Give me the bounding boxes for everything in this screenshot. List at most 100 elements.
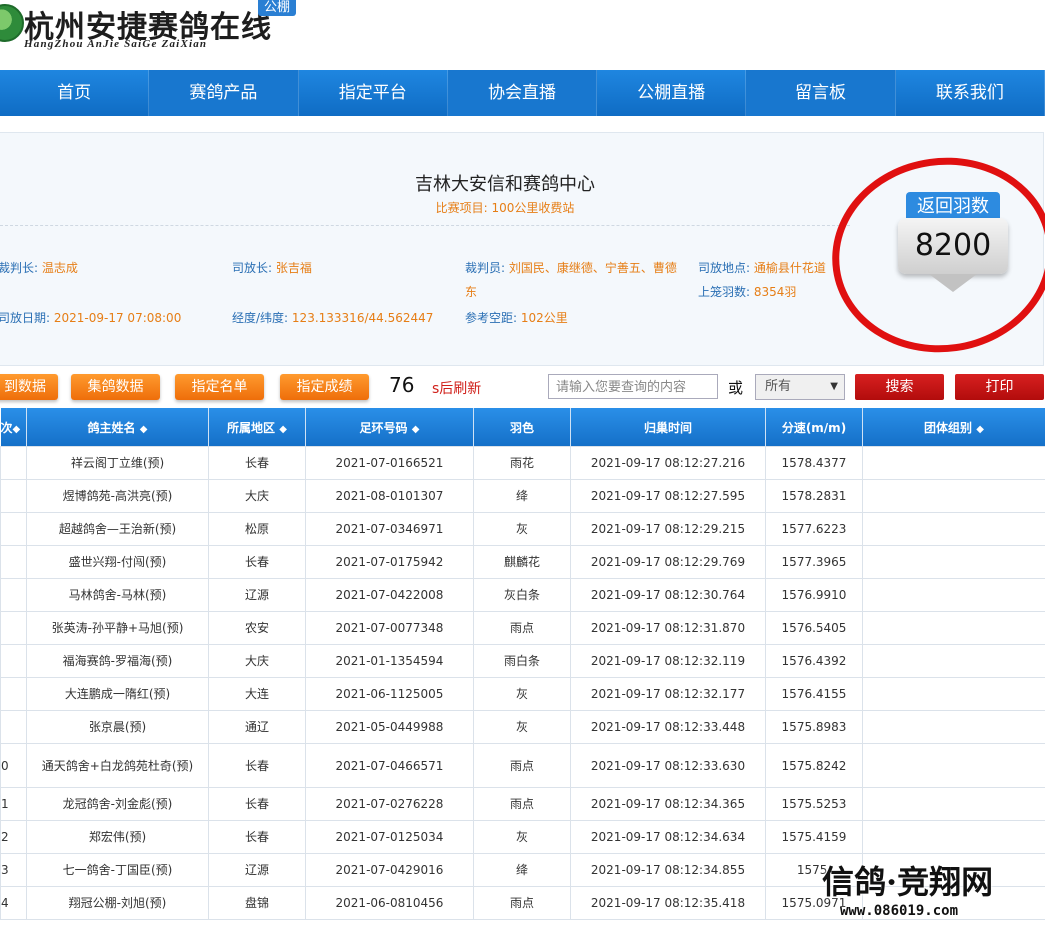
cell-ring: 2021-07-0077348 [305, 611, 474, 645]
cell-time: 2021-09-17 08:12:31.870 [570, 611, 766, 645]
arrival-data-button[interactable]: 到数据 [0, 374, 58, 400]
cell-color: 灰 [473, 512, 571, 546]
cell-rank [0, 578, 27, 612]
nav-guestbook[interactable]: 留言板 [746, 70, 896, 116]
cell-owner: 郑宏伟(预) [26, 820, 209, 854]
nav-loft-live[interactable]: 公棚直播 [597, 70, 747, 116]
cell-rank [0, 479, 27, 513]
race-project-value: 100公里收费站 [491, 201, 575, 215]
release-date-label: 司放日期: [0, 311, 51, 325]
filter-select-value: 所有 [765, 379, 792, 394]
distance-label: 参考空距: [465, 311, 518, 325]
col-region-header[interactable]: 所属地区 ◆ [208, 408, 306, 447]
cell-owner: 龙冠鸽舍-刘金彪(预) [26, 787, 209, 821]
search-button[interactable]: 搜索 [855, 374, 944, 400]
loft-badge: 公棚 [258, 0, 297, 16]
table-row: 张京晨(预) 通辽 2021-05-0449988 灰 2021-09-17 0… [0, 710, 1045, 744]
cell-color: 绛 [473, 853, 571, 887]
cell-group [862, 578, 1045, 612]
cell-rank: 0 [0, 743, 27, 788]
cell-owner: 张京晨(预) [26, 710, 209, 744]
cell-speed: 1577.3965 [765, 545, 863, 579]
table-row: 2 郑宏伟(预) 长春 2021-07-0125034 灰 2021-09-17… [0, 820, 1045, 854]
cell-time: 2021-09-17 08:12:29.769 [570, 545, 766, 579]
coordinates: 经度/纬度: 123.133316/44.562447 [232, 309, 433, 326]
cell-group [862, 710, 1045, 744]
cell-owner: 张英涛-孙平静+马旭(预) [26, 611, 209, 645]
cell-group [862, 787, 1045, 821]
cell-color: 绛 [473, 479, 571, 513]
cell-rank [0, 446, 27, 480]
cell-region: 长春 [208, 787, 306, 821]
cell-speed: 1575.8242 [765, 743, 863, 788]
cell-speed: 1576.5405 [765, 611, 863, 645]
named-results-button[interactable]: 指定成绩 [280, 374, 369, 400]
cell-time: 2021-09-17 08:12:32.177 [570, 677, 766, 711]
cell-color: 雨点 [473, 886, 571, 920]
table-row: 福海赛鸽-罗福海(预) 大庆 2021-01-1354594 雨白条 2021-… [0, 644, 1045, 678]
reference-distance: 参考空距: 102公里 [465, 309, 568, 326]
nav-platform[interactable]: 指定平台 [299, 70, 448, 116]
col-time-header: 归巢时间 [570, 408, 766, 447]
cell-ring: 2021-07-0429016 [305, 853, 474, 887]
cell-rank [0, 512, 27, 546]
search-input[interactable]: 请输入您要查询的内容 [548, 374, 718, 399]
cell-speed: 1576.4392 [765, 644, 863, 678]
race-project: 比赛项目: 100公里收费站 [0, 199, 1010, 216]
cell-speed: 1576.9910 [765, 578, 863, 612]
cell-group [862, 677, 1045, 711]
cell-time: 2021-09-17 08:12:30.764 [570, 578, 766, 612]
cell-group [862, 644, 1045, 678]
race-info-panel: 吉林大安信和赛鸽中心 比赛项目: 100公里收费站 裁判长: 温志成 司放长: … [0, 132, 1044, 366]
site-pinyin: HangZhou AnJie SaiGe ZaiXian [24, 38, 208, 50]
named-list-button[interactable]: 指定名单 [175, 374, 264, 400]
cell-time: 2021-09-17 08:12:32.119 [570, 644, 766, 678]
nav-contact[interactable]: 联系我们 [896, 70, 1045, 116]
results-table: 次◆ 鸽主姓名 ◆ 所属地区 ◆ 足环号码 ◆ 羽色 归巢时间 分速(m/m) … [0, 408, 1045, 920]
release-leader-value: 张吉福 [275, 261, 312, 275]
print-button[interactable]: 打印 [955, 374, 1044, 400]
distance-value: 102公里 [520, 311, 568, 325]
cell-ring: 2021-06-1125005 [305, 677, 474, 711]
cell-color: 雨点 [473, 787, 571, 821]
cell-ring: 2021-07-0166521 [305, 446, 474, 480]
cell-rank: 1 [0, 787, 27, 821]
nav-products[interactable]: 赛鸽产品 [149, 70, 299, 116]
cell-ring: 2021-08-0101307 [305, 479, 474, 513]
cell-owner: 祥云阁丁立维(预) [26, 446, 209, 480]
cell-time: 2021-09-17 08:12:27.595 [570, 479, 766, 513]
cell-time: 2021-09-17 08:12:35.418 [570, 886, 766, 920]
nav-home[interactable]: 首页 [0, 70, 150, 116]
nav-association-live[interactable]: 协会直播 [447, 70, 598, 116]
table-row: 马林鸽舍-马林(预) 辽源 2021-07-0422008 灰白条 2021-0… [0, 578, 1045, 612]
cell-owner: 通天鸽舍+白龙鸽苑杜奇(预) [26, 743, 209, 788]
filter-select[interactable]: 所有 ▼ [755, 374, 845, 400]
table-row: 煜博鸽苑-高洪亮(预) 大庆 2021-08-0101307 绛 2021-09… [0, 479, 1045, 513]
or-label: 或 [728, 379, 744, 397]
release-place: 司放地点: 通榆县什花道 [698, 259, 826, 276]
race-title: 吉林大安信和赛鸽中心 [415, 174, 595, 195]
table-row: 超越鸽舍—王治新(预) 松原 2021-07-0346971 灰 2021-09… [0, 512, 1045, 546]
col-rank-header[interactable]: 次◆ [0, 408, 27, 447]
cell-region: 长春 [208, 545, 306, 579]
watermark-title: 信鸽·竞翔网 [822, 863, 994, 901]
cell-rank [0, 611, 27, 645]
returned-value: 8200 [898, 218, 1008, 274]
cell-color: 雨点 [473, 611, 571, 645]
cell-region: 辽源 [208, 853, 306, 887]
col-group-header[interactable]: 团体组别 ◆ [862, 408, 1045, 447]
cell-group [862, 820, 1045, 854]
cell-group [862, 446, 1045, 480]
col-owner-header[interactable]: 鸽主姓名 ◆ [26, 408, 209, 447]
panel-divider [0, 225, 850, 226]
cell-owner: 超越鸽舍—王治新(预) [26, 512, 209, 546]
cell-ring: 2021-07-0422008 [305, 578, 474, 612]
cell-time: 2021-09-17 08:12:33.448 [570, 710, 766, 744]
cell-color: 雨花 [473, 446, 571, 480]
cell-time: 2021-09-17 08:12:34.365 [570, 787, 766, 821]
cell-region: 大连 [208, 677, 306, 711]
collection-data-button[interactable]: 集鸽数据 [71, 374, 160, 400]
col-ring-header[interactable]: 足环号码 ◆ [305, 408, 474, 447]
release-date: 司放日期: 2021-09-17 07:08:00 [0, 309, 181, 326]
col-color-header: 羽色 [473, 408, 571, 447]
